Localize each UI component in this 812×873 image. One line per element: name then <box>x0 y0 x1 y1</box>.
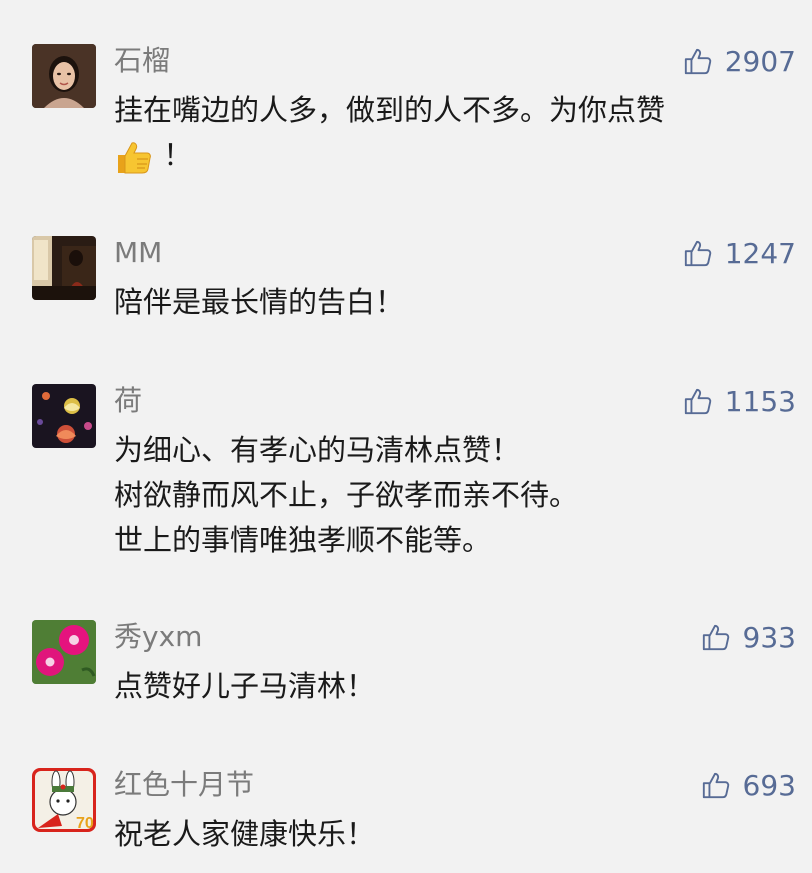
thumbs-up-emoji <box>118 142 151 174</box>
commenter-name[interactable]: 秀yxm <box>114 620 202 654</box>
thumbs-up-outline-icon <box>684 388 711 415</box>
like-button[interactable]: 693 <box>701 768 796 802</box>
avatar-pink-flowers <box>32 620 96 684</box>
like-count: 2907 <box>724 44 796 78</box>
commenter-name[interactable]: 荷 <box>114 384 142 418</box>
avatar[interactable]: 70 <box>32 768 96 832</box>
comment-line: 点赞好儿子马清林！ <box>114 669 376 703</box>
commenter-name[interactable]: 石榴 <box>114 44 170 78</box>
thumbs-up-outline-icon <box>684 48 711 75</box>
thumbs-up-outline-icon <box>702 772 729 799</box>
svg-text:70: 70 <box>76 815 94 832</box>
avatar[interactable] <box>32 236 96 300</box>
like-button[interactable]: 933 <box>701 620 796 654</box>
like-button[interactable]: 1247 <box>683 236 796 270</box>
like-count: 933 <box>742 620 796 654</box>
like-count: 693 <box>742 768 796 802</box>
comment-line-emoji: ！ <box>114 133 794 178</box>
comment-line: 挂在嘴边的人多，做到的人不多。为你点赞 <box>114 93 666 127</box>
comment-line: 陪伴是最长情的告白！ <box>114 285 405 319</box>
like-button[interactable]: 2907 <box>683 44 796 78</box>
thumbs-up-outline-icon <box>684 240 711 267</box>
avatar[interactable] <box>32 620 96 684</box>
avatar[interactable] <box>32 384 96 448</box>
avatar-dark-interior <box>32 236 96 300</box>
comment-text: 挂在嘴边的人多，做到的人不多。为你点赞 ！ <box>114 88 794 178</box>
thumbs-up-outline-icon <box>702 624 729 651</box>
commenter-name[interactable]: MM <box>114 236 162 270</box>
comment-line: ！ <box>163 138 193 172</box>
comment-text: 陪伴是最长情的告白！ <box>114 280 794 325</box>
commenter-name[interactable]: 红色十月节 <box>114 768 254 802</box>
like-button[interactable]: 1153 <box>683 384 796 418</box>
comment-text: 点赞好儿子马清林！ <box>114 664 794 709</box>
comment-line: 世上的事情唯独孝顺不能等。 <box>114 523 492 557</box>
like-count: 1247 <box>724 236 796 270</box>
like-count: 1153 <box>724 384 796 418</box>
comment-line: 为细心、有孝心的马清林点赞！ <box>114 433 521 467</box>
avatar[interactable] <box>32 44 96 108</box>
avatar-rabbit-cartoon: 70 <box>32 768 96 832</box>
comment-line: 树欲静而风不止，子欲孝而亲不待。 <box>114 478 579 512</box>
comment-line: 祝老人家健康快乐！ <box>114 817 376 851</box>
comment-text: 为细心、有孝心的马清林点赞！ 树欲静而风不止，子欲孝而亲不待。 世上的事情唯独孝… <box>114 428 794 563</box>
comment-text: 祝老人家健康快乐！ <box>114 812 794 857</box>
avatar-lotus-lanterns <box>32 384 96 448</box>
avatar-woman-portrait <box>32 44 96 108</box>
